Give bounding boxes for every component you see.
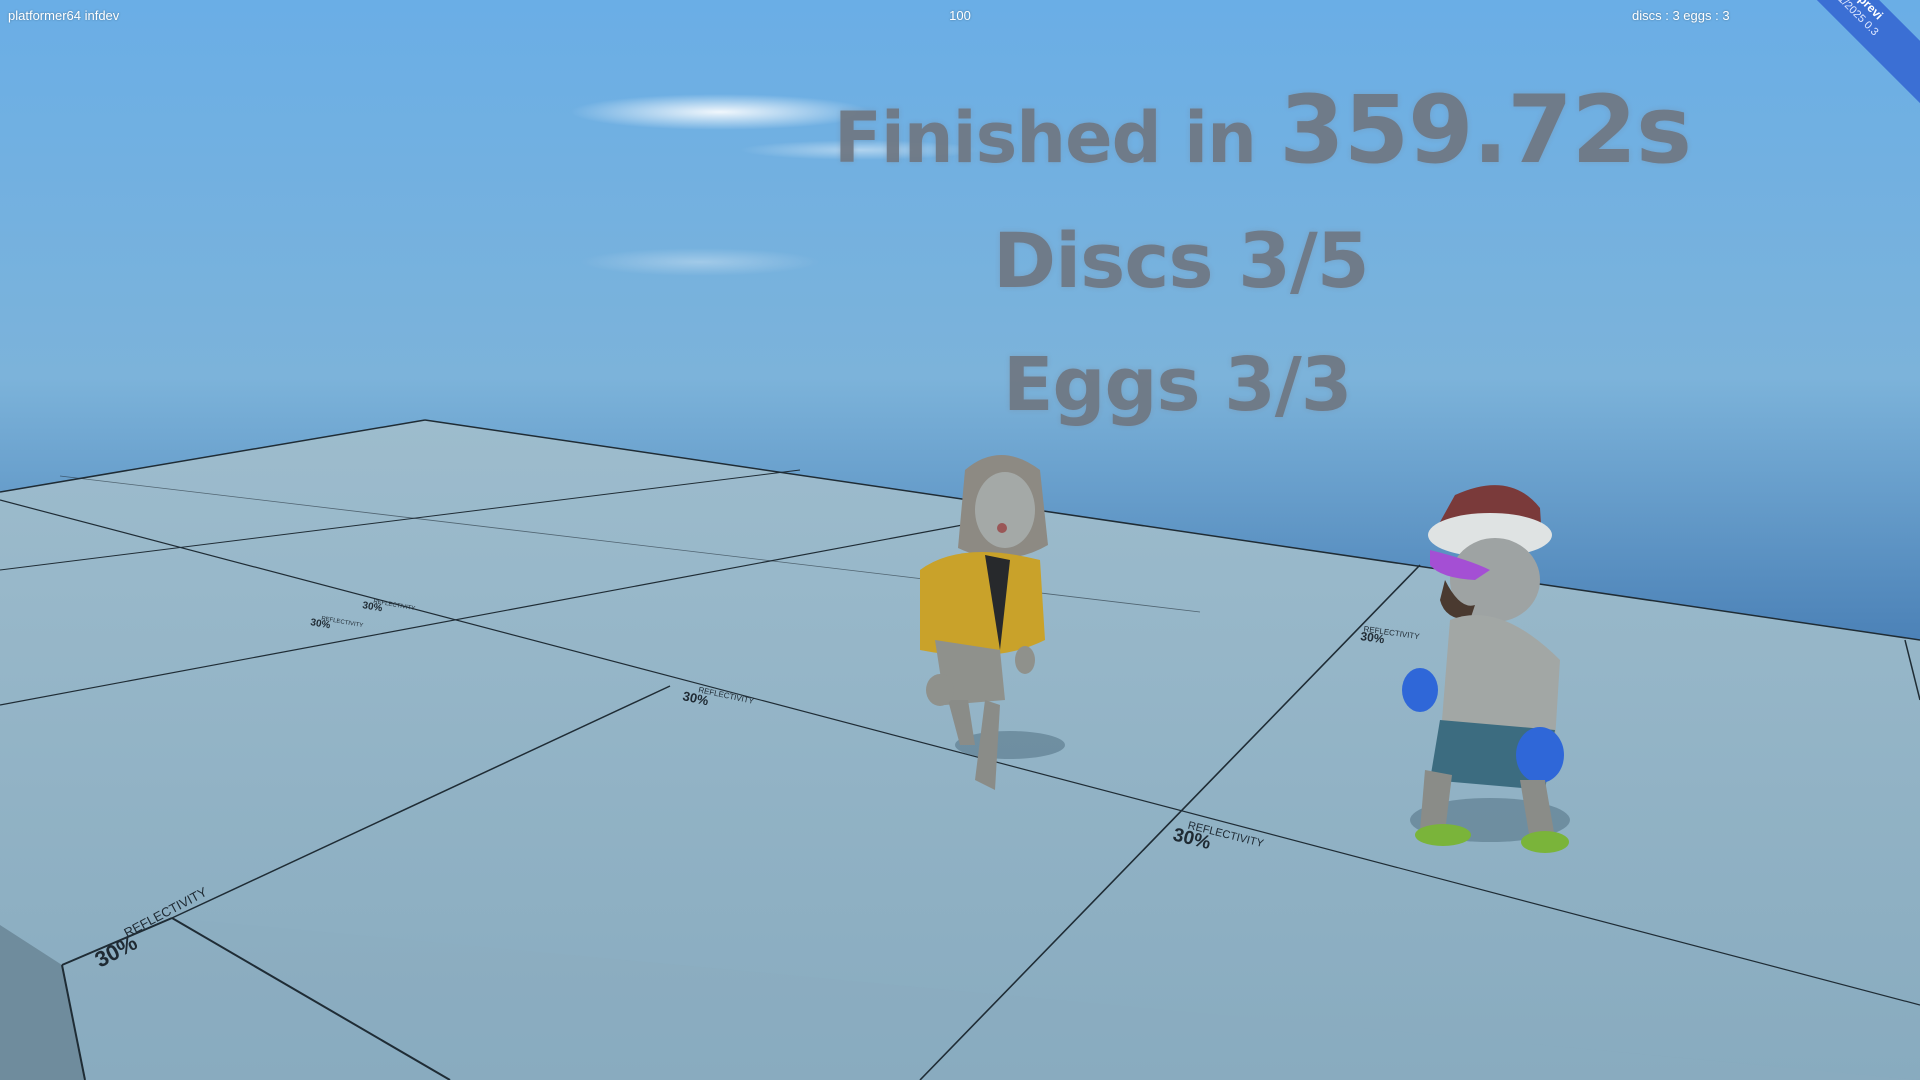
eggs-result: Eggs 3/3	[1003, 342, 1352, 428]
game-title: platformer64 infdev	[8, 8, 120, 23]
finish-time: 359.72s	[1279, 76, 1692, 185]
collectible-counter: discs : 3 eggs : 3	[1632, 8, 1730, 23]
finish-prefix: Finished in	[834, 97, 1280, 179]
cloud	[580, 248, 820, 276]
finish-time-text: Finished in 359.72s	[834, 76, 1692, 185]
discs-result: Discs 3/5	[993, 216, 1370, 305]
cloud	[570, 94, 870, 130]
fps-counter: 100	[949, 8, 971, 23]
